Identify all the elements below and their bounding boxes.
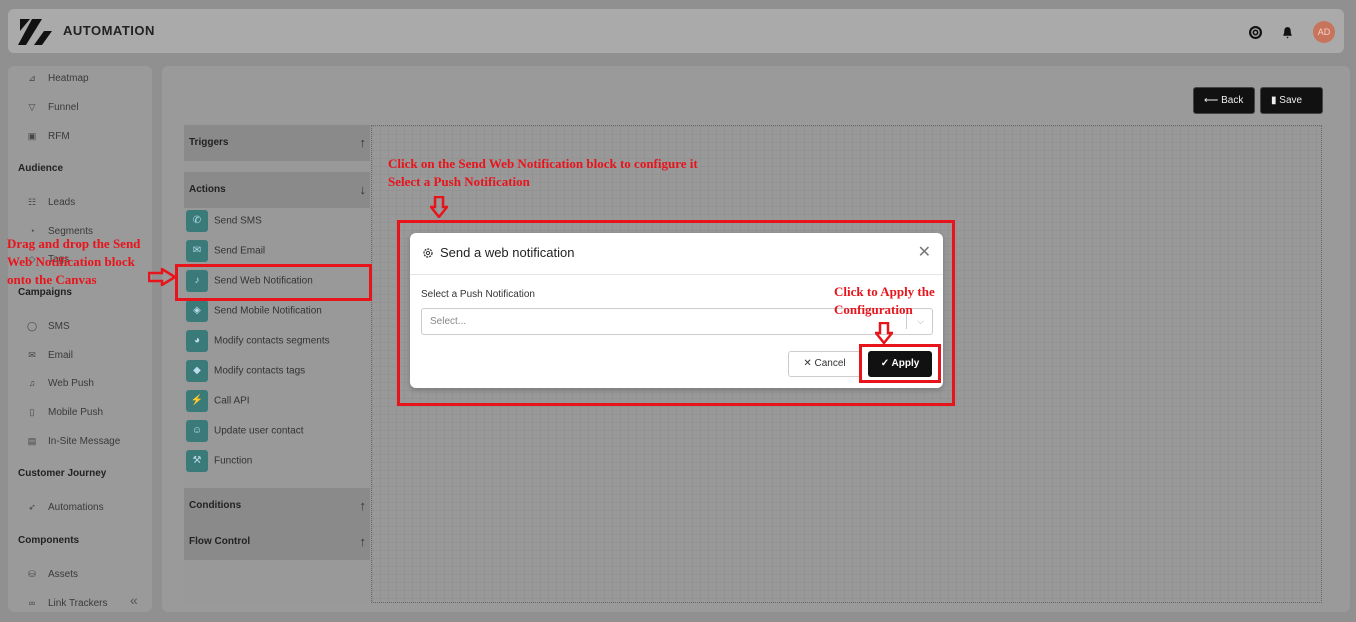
sidebar-section-components: Components [18, 535, 80, 546]
close-icon[interactable]: ✕ [918, 242, 931, 262]
cancel-button[interactable]: ✕ Cancel [788, 351, 861, 377]
arrow-left-icon: ⟵ [1204, 95, 1222, 106]
app-logo[interactable] [18, 17, 52, 47]
database-icon: ⛁ [28, 569, 36, 579]
users-icon: ☷ [27, 197, 37, 207]
sidebar-item-sms[interactable]: ◯ SMS [26, 319, 70, 333]
mail-icon: ✉ [28, 350, 36, 360]
bell-outline-icon: ♫ [28, 378, 36, 388]
contacts-icon: ☺ [186, 420, 208, 442]
block-call-api[interactable]: ⚡ Call API [186, 390, 366, 414]
gear-icon [423, 248, 433, 258]
sidebar-item-automations[interactable]: ➶ Automations [26, 500, 103, 514]
help-icon[interactable] [1249, 26, 1262, 39]
sidebar: ⊿ Heatmap ▽ Funnel ▣ RFM Audience ☷ Leads ◔ S… [8, 66, 152, 612]
annotation-click-block: Click on the Send Web Notification block… [388, 156, 698, 189]
avatar[interactable]: AD [1313, 21, 1335, 43]
back-button[interactable]: ⟵ Back [1193, 87, 1255, 114]
message-icon: ▤ [27, 436, 37, 446]
palette-section-conditions[interactable]: Conditions ↑ [184, 488, 370, 524]
arrow-up-icon: ↑ [359, 534, 367, 549]
sidebar-section-audience: Audience [18, 163, 64, 174]
sidebar-item-heatmap[interactable]: ⊿ Heatmap [26, 71, 88, 85]
close-icon: ✕ [803, 358, 815, 369]
block-modify-contacts-segments[interactable]: ◕ Modify contacts segments [186, 330, 366, 354]
chat-icon: ◯ [26, 321, 38, 331]
sidebar-item-mobile-push[interactable]: ▯ Mobile Push [26, 405, 104, 419]
block-send-mobile-notification[interactable]: ◈ Send Mobile Notification [186, 300, 366, 324]
plug-icon: ⚡ [186, 390, 208, 412]
highlight-apply-button [859, 344, 941, 383]
modal-header: Send a web notification ✕ [410, 233, 943, 275]
block-function[interactable]: ⚒ Function [186, 450, 366, 474]
top-bar: AUTOMATION AD [8, 9, 1344, 53]
collapse-sidebar-icon[interactable]: « [130, 592, 138, 608]
block-update-user-contact[interactable]: ☺ Update user contact [186, 420, 366, 444]
arrow-down-red-icon [430, 196, 448, 218]
sidebar-item-in-site-message[interactable]: ▤ In-Site Message [26, 434, 121, 448]
funnel-icon: ▽ [28, 102, 36, 112]
sidebar-item-link-trackers[interactable]: ∞ Link Trackers [26, 596, 108, 610]
arrow-down-icon: ↓ [359, 182, 367, 197]
block-send-sms[interactable]: ✆ Send SMS [186, 210, 366, 234]
rocket-icon: ➶ [28, 502, 36, 512]
arrow-up-icon: ↑ [359, 135, 367, 150]
arrow-down-red-icon [875, 322, 893, 344]
arrow-up-icon: ↑ [359, 498, 367, 513]
tags-icon: ◆ [186, 360, 208, 382]
hammer-icon: ⚒ [186, 450, 208, 472]
sidebar-item-leads[interactable]: ☷ Leads [26, 195, 75, 209]
modal-title: Send a web notification [440, 245, 575, 260]
mobile-icon: ▯ [29, 407, 35, 417]
sidebar-item-rfm[interactable]: ▣ RFM [26, 129, 70, 143]
sidebar-item-email[interactable]: ✉ Email [26, 348, 73, 362]
app-title: AUTOMATION [63, 23, 155, 38]
email-icon: ✉ [186, 240, 208, 262]
highlight-web-notification-block [175, 264, 372, 301]
palette-section-triggers[interactable]: Triggers ↑ [184, 125, 370, 161]
block-send-email[interactable]: ✉ Send Email [186, 240, 366, 264]
save-button[interactable]: ▮ Save [1260, 87, 1323, 114]
annotation-apply: Click to Apply the Configuration [834, 284, 935, 317]
sms-icon: ✆ [186, 210, 208, 232]
arrow-right-icon [148, 268, 176, 286]
sidebar-item-web-push[interactable]: ♫ Web Push [26, 376, 94, 390]
bell-icon[interactable] [1281, 26, 1294, 39]
segments-icon: ◕ [186, 330, 208, 352]
annotation-drag: Drag and drop the Send Web Notification … [7, 236, 141, 287]
sidebar-section-customer-journey: Customer Journey [18, 468, 107, 479]
palette-section-actions[interactable]: Actions ↓ [184, 172, 370, 208]
mobile-notification-icon: ◈ [186, 300, 208, 322]
sidebar-item-assets[interactable]: ⛁ Assets [26, 567, 78, 581]
push-notification-label: Select a Push Notification [421, 289, 535, 300]
rfm-icon: ▣ [27, 131, 37, 141]
palette-section-flow-control[interactable]: Flow Control ↑ [184, 524, 370, 560]
sidebar-item-funnel[interactable]: ▽ Funnel [26, 100, 79, 114]
heatmap-icon: ⊿ [28, 73, 36, 83]
link-icon: ∞ [28, 598, 36, 608]
block-modify-contacts-tags[interactable]: ◆ Modify contacts tags [186, 360, 366, 384]
